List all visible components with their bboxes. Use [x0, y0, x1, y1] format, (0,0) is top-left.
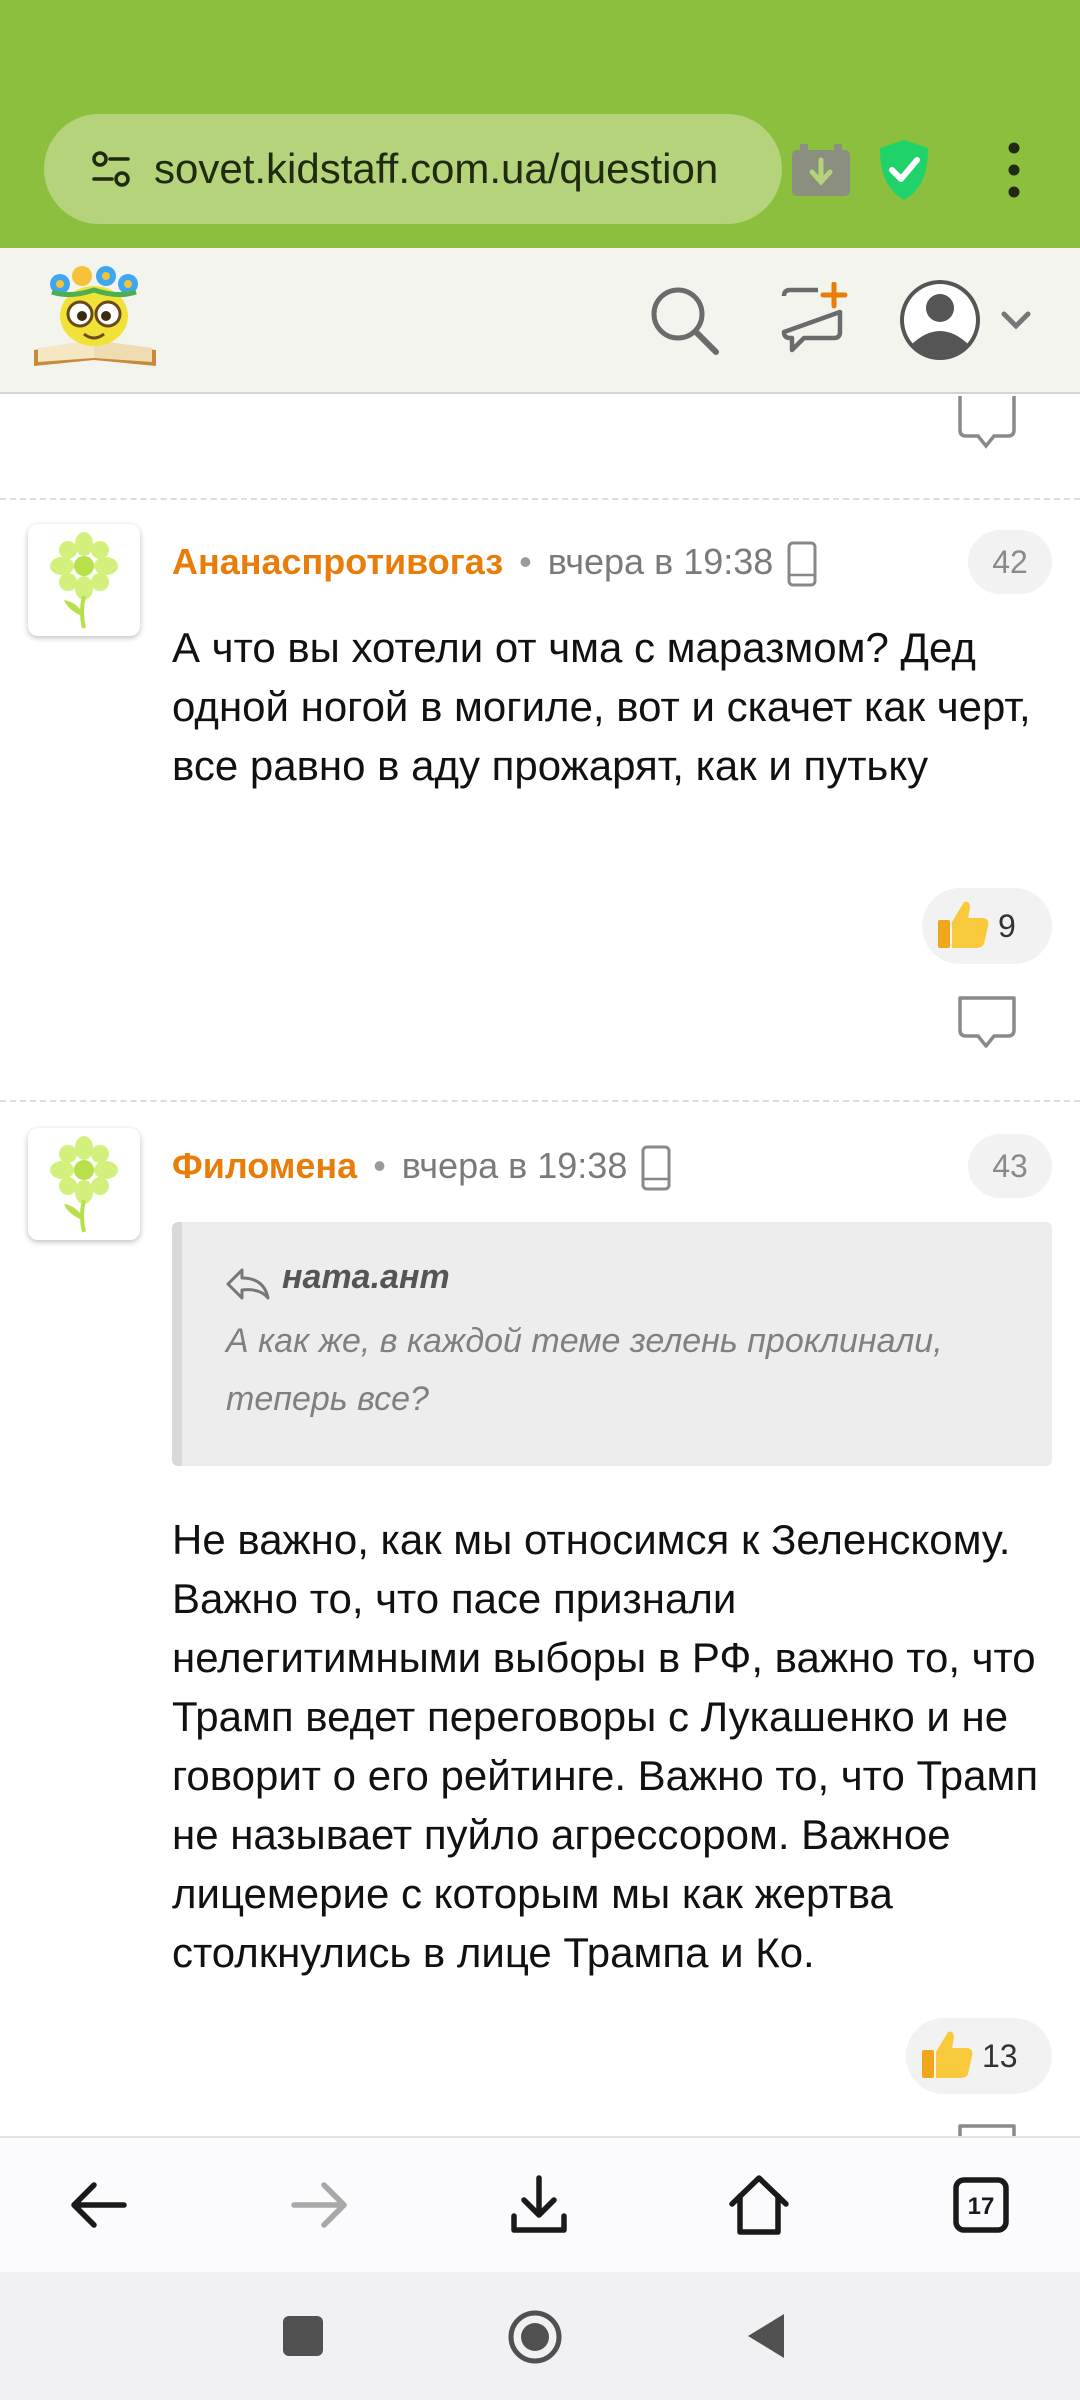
user-avatar-icon — [900, 280, 1031, 360]
overflow-menu-icon[interactable] — [996, 140, 1032, 200]
system-navigation-bar — [0, 2272, 1080, 2400]
flower-avatar-icon — [50, 1136, 118, 1233]
tab-switcher-button[interactable]: 17 — [946, 2170, 1016, 2240]
meta-separator: • — [373, 1145, 386, 1186]
address-bar[interactable]: sovet.kidstaff.com.ua/question — [44, 114, 782, 224]
comment-author[interactable]: Филомена — [172, 1145, 357, 1186]
reply-icon[interactable] — [956, 396, 1018, 452]
chevron-down-icon — [1001, 311, 1031, 330]
recents-button[interactable] — [283, 2316, 323, 2356]
adguard-shield-icon[interactable] — [876, 138, 932, 202]
comment-divider — [0, 498, 1080, 500]
comment-author[interactable]: Ананаспротивогаз — [172, 541, 503, 582]
quote-block: ната.ант А как же, в каждой теме зелень … — [172, 1222, 1052, 1466]
comment-meta: Филомена • вчера в 19:38 — [172, 1140, 671, 1192]
home-button[interactable] — [507, 2309, 563, 2365]
browser-bottom-bar: 17 — [0, 2136, 1080, 2272]
thumbs-up-icon — [922, 2031, 973, 2078]
kidstaff-logo[interactable] — [30, 262, 160, 374]
forward-arrow-icon[interactable] — [284, 2170, 354, 2240]
download-icon[interactable] — [504, 2170, 574, 2240]
back-arrow-icon[interactable] — [64, 2170, 134, 2240]
comments-feed: Ананаспротивогаз • вчера в 19:38 42 А что … — [0, 396, 1080, 2136]
home-icon[interactable] — [724, 2170, 794, 2240]
quote-author[interactable]: ната.ант — [282, 1258, 450, 1297]
search-icon[interactable] — [648, 284, 720, 356]
reply-arrow-icon — [226, 1268, 270, 1300]
comment-number[interactable]: 43 — [968, 1134, 1052, 1198]
mobile-device-icon — [787, 541, 817, 587]
tabs-icon: 17 — [953, 2177, 1009, 2233]
user-menu-button[interactable] — [896, 274, 1036, 366]
like-count: 13 — [982, 2038, 1018, 2074]
url-text[interactable]: sovet.kidstaff.com.ua/question — [154, 136, 764, 202]
site-settings-icon[interactable] — [90, 148, 132, 190]
flower-avatar-icon — [50, 532, 118, 629]
site-header — [0, 248, 1080, 394]
comment-divider — [0, 1100, 1080, 1102]
thumbs-up-icon — [938, 901, 989, 948]
system-back-button[interactable] — [744, 2310, 788, 2362]
new-question-icon[interactable] — [778, 282, 850, 354]
comment-meta: Ананаспротивогаз • вчера в 19:38 — [172, 536, 817, 588]
like-button[interactable]: 13 — [906, 2018, 1052, 2094]
reply-icon[interactable] — [956, 994, 1018, 1050]
tab-count: 17 — [968, 2193, 995, 2220]
like-count: 9 — [998, 908, 1016, 944]
mobile-device-icon — [641, 1145, 671, 1191]
comment-number[interactable]: 42 — [968, 530, 1052, 594]
reply-icon[interactable] — [956, 2122, 1018, 2136]
avatar[interactable] — [28, 1128, 140, 1240]
comment-text: Не важно, как мы относимся к Зеленскому.… — [172, 1516, 1039, 1976]
like-button[interactable]: 9 — [922, 888, 1052, 964]
comment-text: А что вы хотели от чма с маразмом? Дед о… — [172, 624, 1031, 789]
meta-separator: • — [519, 541, 532, 582]
download-extension-icon[interactable] — [790, 142, 852, 198]
browser-toolbar: sovet.kidstaff.com.ua/question — [0, 0, 1080, 248]
avatar[interactable] — [28, 524, 140, 636]
comment-time: вчера в 19:38 — [401, 1145, 628, 1186]
quote-text: А как же, в каждой теме зелень проклинал… — [226, 1322, 943, 1418]
comment-time: вчера в 19:38 — [547, 541, 774, 582]
